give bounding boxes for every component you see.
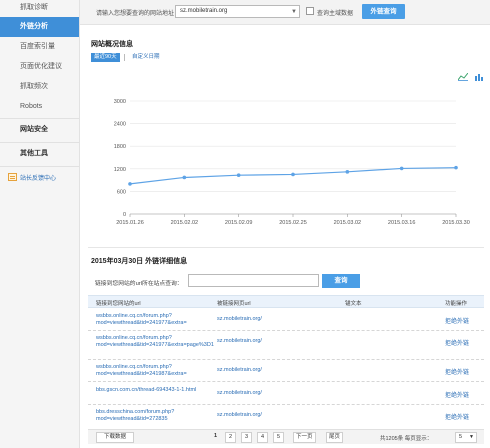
details-title: 2015年03月30日 外链详细信息 xyxy=(91,258,188,265)
data-point xyxy=(345,170,350,174)
x-tick-label: 2015.02.09 xyxy=(225,220,253,226)
target-url-link[interactable]: sz.mobiletrain.org/ xyxy=(217,412,262,418)
tab-divider xyxy=(124,54,125,61)
next-page-link[interactable]: 下一页 xyxy=(293,432,316,443)
site-search-label: 链接到您网站的url所在站点查询： xyxy=(95,281,183,287)
table-header: 链接到您网站的url 被链接网页url 锚文本 功能操作 xyxy=(88,295,484,308)
source-url-link[interactable]: wsbbs.online.cq.cn/forum.php?mod=viewthr… xyxy=(96,364,214,378)
download-data-button[interactable]: 下载数据 xyxy=(96,432,134,443)
site-search-button[interactable]: 查询 xyxy=(322,274,360,288)
reject-backlink-button[interactable]: 拒绝外链 xyxy=(445,412,469,421)
bar-chart-icon[interactable] xyxy=(474,73,484,81)
webmaster-feedback-label: 站长反馈中心 xyxy=(20,175,57,182)
x-tick-label: 2015.02.25 xyxy=(279,220,307,226)
target-url-link[interactable]: sz.mobiletrain.org/ xyxy=(217,316,262,322)
backlink-query-button[interactable]: 外链查询 xyxy=(362,4,405,19)
table-row: bbs.gscn.com.cn/thread-694343-1-1.html s… xyxy=(88,387,484,405)
sidebar-item-robots[interactable]: Robots xyxy=(0,100,79,114)
reject-backlink-button[interactable]: 拒绝外链 xyxy=(445,367,469,376)
site-search-input[interactable] xyxy=(188,274,319,287)
data-point xyxy=(291,172,295,177)
y-tick-label: 1200 xyxy=(114,167,126,173)
pagination-summary: 共1205条 每页显示： xyxy=(380,436,433,442)
feedback-icon xyxy=(8,173,17,181)
x-tick-label: 2015.01.26 xyxy=(116,220,144,226)
sidebar-divider xyxy=(0,142,79,143)
column-header-source-url: 链接到您网站的url xyxy=(96,301,141,307)
source-url-link[interactable]: wsbbs.online.cq.cn/forum.php?mod=viewthr… xyxy=(96,313,214,327)
sidebar-item-crawl-frequency[interactable]: 抓取频次 xyxy=(0,80,79,94)
page-size-value: 5 xyxy=(459,434,463,440)
source-url-link[interactable]: bbs.gscn.com.cn/thread-694343-1-1.html xyxy=(96,387,214,394)
sidebar-divider xyxy=(0,118,79,119)
y-tick-label: 3000 xyxy=(114,99,126,105)
reject-backlink-button[interactable]: 拒绝外链 xyxy=(445,390,469,399)
page-1-link[interactable]: 1 xyxy=(210,432,221,443)
overview-title: 网站概况信息 xyxy=(91,41,133,48)
sidebar-item-page-optimization[interactable]: 页面优化建议 xyxy=(0,60,79,74)
sidebar-item-backlink-analysis[interactable]: 外链分析 xyxy=(0,17,79,37)
sidebar-divider xyxy=(0,166,79,167)
column-header-anchor-text: 锚文本 xyxy=(345,301,362,307)
main-domain-label: 查询主域数据 xyxy=(317,11,354,17)
y-tick-label: 2400 xyxy=(114,122,126,128)
data-point xyxy=(399,166,404,171)
table-row: bbs.dresschina.com/forum.php?mod=viewthr… xyxy=(88,409,484,427)
sidebar-item-site-security[interactable]: 网站安全 xyxy=(0,122,79,138)
data-point xyxy=(128,182,132,186)
chevron-down-icon: ▼ xyxy=(291,9,297,15)
page-2-link[interactable]: 2 xyxy=(225,432,236,443)
sidebar-item-other-tools[interactable]: 其他工具 xyxy=(0,146,79,162)
target-url-link[interactable]: sz.mobiletrain.org/ xyxy=(217,390,262,396)
section-divider xyxy=(88,247,484,248)
site-search-row: 链接到您网站的url所在站点查询： 查询 xyxy=(88,273,484,289)
x-tick-label: 2015.03.30 xyxy=(442,220,470,226)
tab-custom-date[interactable]: 自定义日期 xyxy=(132,53,160,62)
pagination-bar: 下载数据 1 2 3 4 5 下一页 尾页 共1205条 每页显示： 5 ▼ xyxy=(88,429,484,444)
y-tick-label: 600 xyxy=(117,189,126,195)
data-point xyxy=(236,173,241,178)
target-url-link[interactable]: sz.mobiletrain.org/ xyxy=(217,367,262,373)
page-size-select[interactable]: 5 ▼ xyxy=(455,432,477,443)
page-4-link[interactable]: 4 xyxy=(257,432,268,443)
webmaster-feedback-link[interactable]: 站长反馈中心 xyxy=(8,170,79,184)
chart-svg: 0 600 1200 1800 2400 3000 2015.01.26 2015.02.02… xyxy=(114,99,470,226)
x-tick-label: 2015.03.16 xyxy=(388,220,416,226)
domain-select-value: sz.mobiletrain.org xyxy=(180,8,228,14)
x-tick-label: 2015.02.02 xyxy=(171,220,199,226)
table-row: wsbbs.online.cq.cn/forum.php?mod=viewthr… xyxy=(88,335,484,360)
line-chart-icon[interactable] xyxy=(458,73,468,81)
y-tick-label: 1800 xyxy=(114,144,126,150)
source-url-link[interactable]: bbs.dresschina.com/forum.php?mod=viewthr… xyxy=(96,409,214,423)
column-header-actions: 功能操作 xyxy=(445,301,468,307)
table-row: wsbbs.online.cq.cn/forum.php?mod=viewthr… xyxy=(88,313,484,331)
page-3-link[interactable]: 3 xyxy=(241,432,252,443)
y-tick-label: 0 xyxy=(123,212,126,218)
last-page-link[interactable]: 尾页 xyxy=(326,432,344,443)
chevron-down-icon: ▼ xyxy=(469,434,474,440)
table-row: wsbbs.online.cq.cn/forum.php?mod=viewthr… xyxy=(88,364,484,382)
column-header-target-url: 被链接网页url xyxy=(217,301,251,307)
reject-backlink-button[interactable]: 拒绝外链 xyxy=(445,316,469,325)
reject-backlink-button[interactable]: 拒绝外链 xyxy=(445,338,469,347)
sidebar-item-crawl-diagnosis[interactable]: 抓取诊断 xyxy=(0,2,79,14)
page-5-link[interactable]: 5 xyxy=(273,432,284,443)
data-point xyxy=(454,165,458,170)
domain-select[interactable]: sz.mobiletrain.org ▼ xyxy=(175,5,300,18)
x-tick-label: 2015.03.02 xyxy=(334,220,362,226)
tab-recent-90-days[interactable]: 最近90天 xyxy=(91,53,120,62)
backlink-trend-chart: 0 600 1200 1800 2400 3000 2015.01.26 2015.02.02… xyxy=(88,83,484,235)
query-bar: 请输入您想要查询的网站地址： sz.mobiletrain.org ▼ 查询主域… xyxy=(80,0,490,25)
data-point xyxy=(182,175,187,180)
sidebar: 抓取诊断 外链分析 百度索引量 页面优化建议 抓取频次 Robots 网站安全 … xyxy=(0,0,80,448)
main-domain-checkbox[interactable] xyxy=(306,7,314,15)
source-url-link[interactable]: wsbbs.online.cq.cn/forum.php?mod=viewthr… xyxy=(96,335,214,349)
target-url-link[interactable]: sz.mobiletrain.org/ xyxy=(217,338,262,344)
sidebar-item-index-volume[interactable]: 百度索引量 xyxy=(0,40,79,54)
query-prompt: 请输入您想要查询的网站地址： xyxy=(96,11,181,17)
